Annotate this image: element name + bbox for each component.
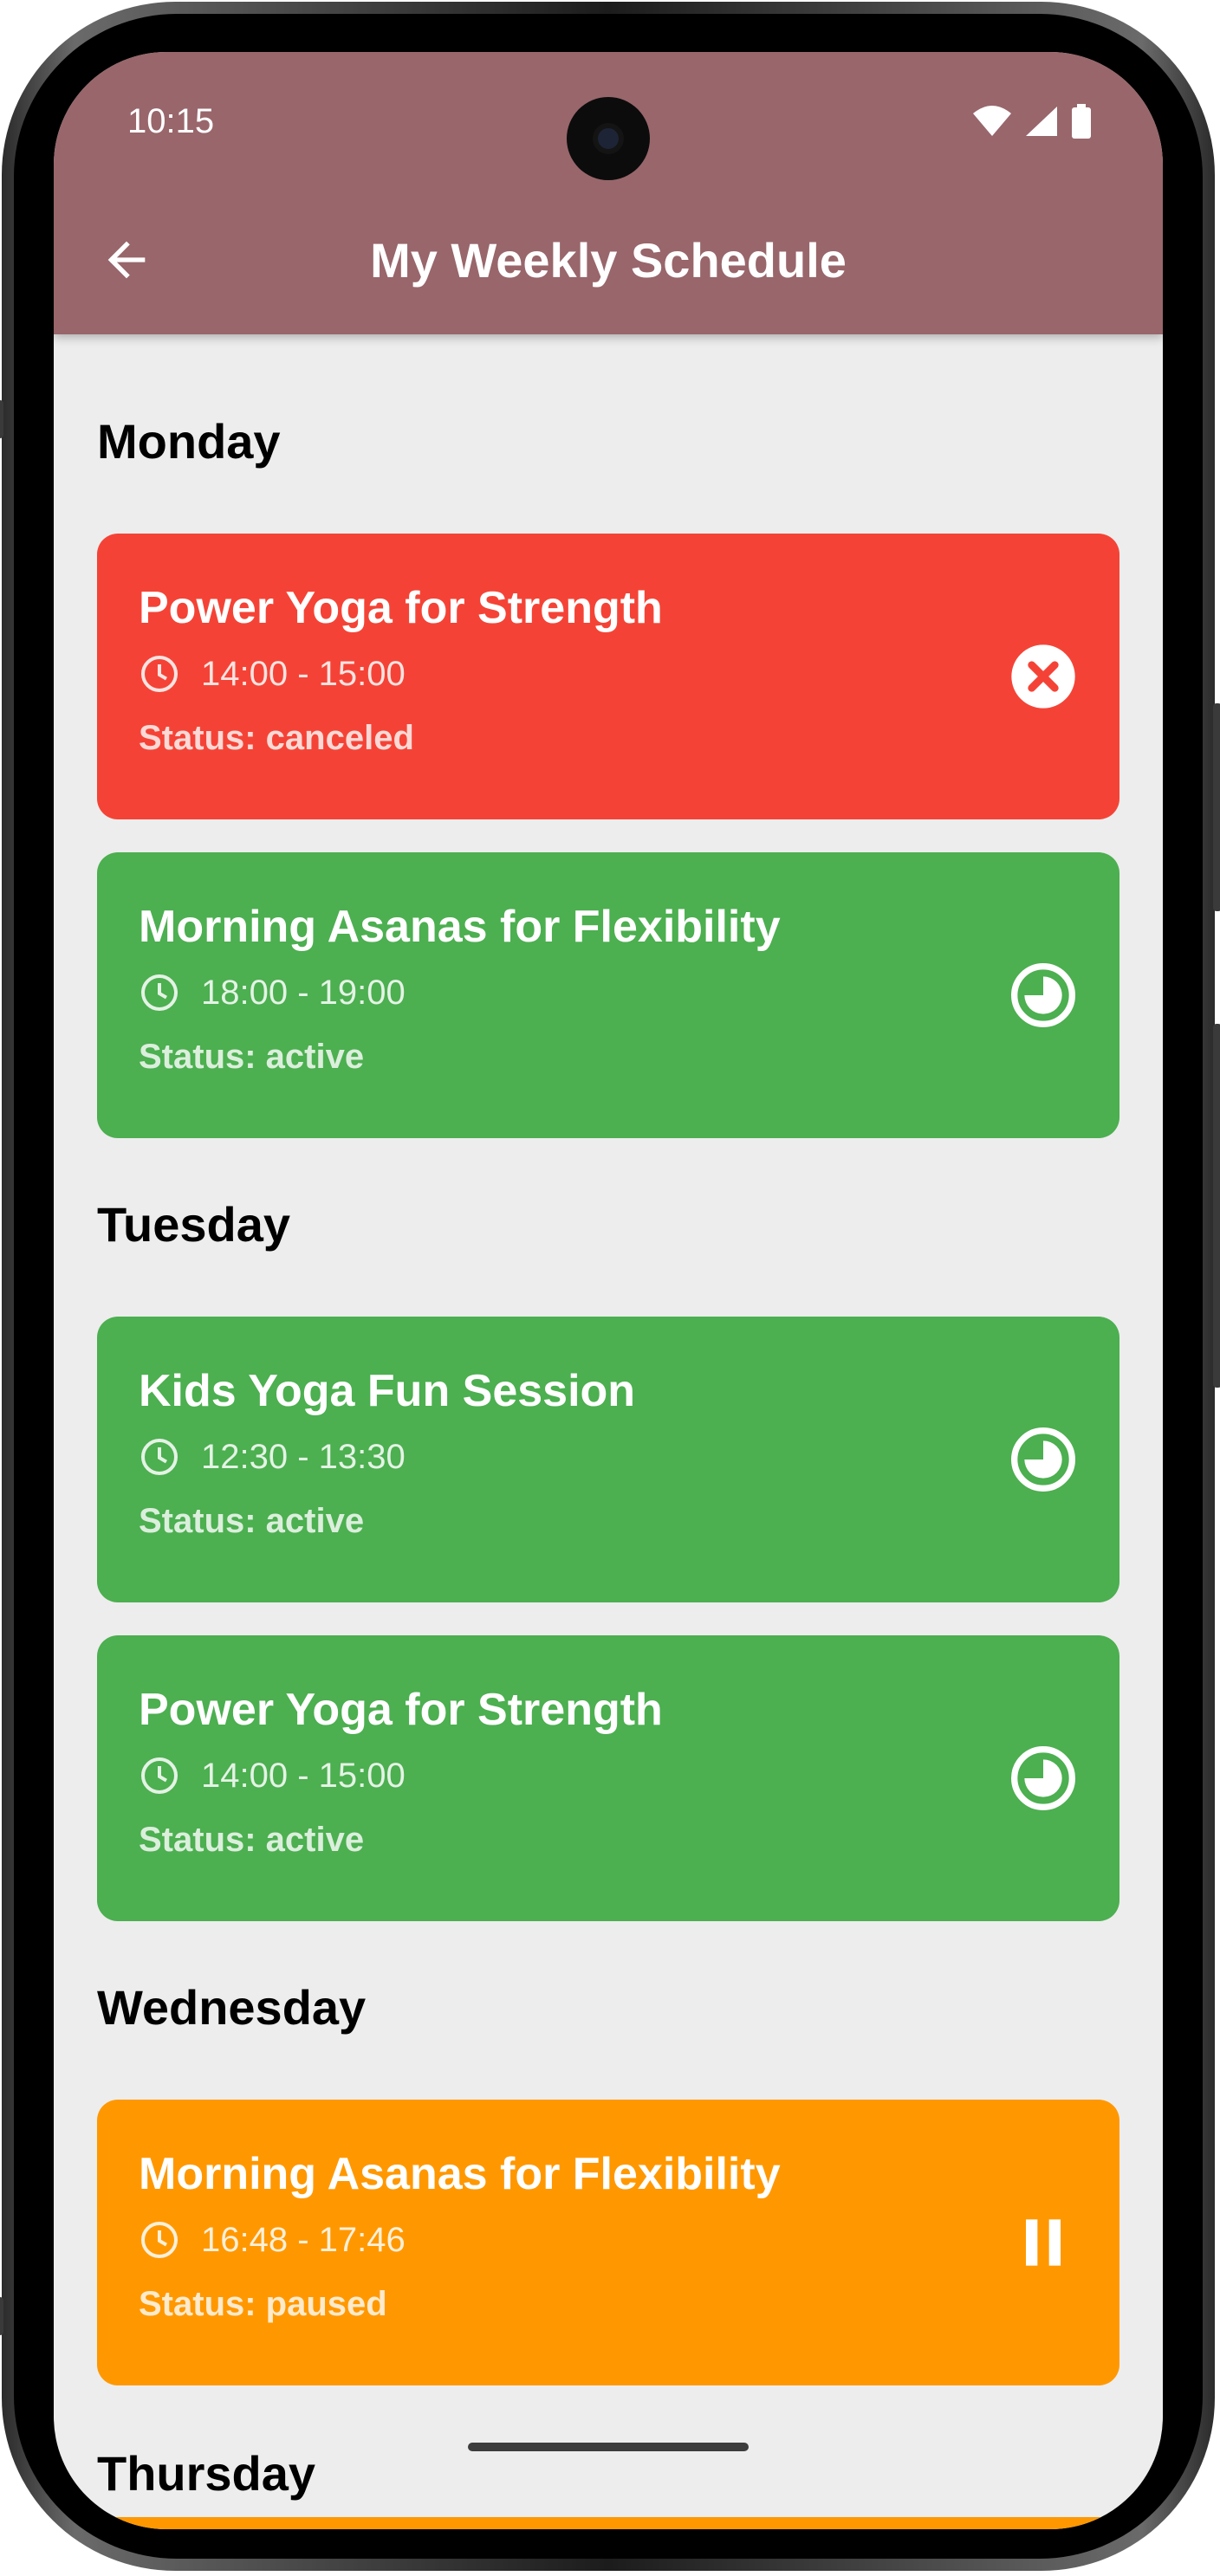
timelapse-icon [1011,963,1075,1027]
page-title: My Weekly Schedule [370,233,847,288]
signal-icon [1026,107,1057,136]
timelapse-icon [1011,1746,1075,1810]
day-title: Thursday [97,2446,316,2501]
home-indicator[interactable] [468,2443,749,2451]
volume-button-hardware [1213,1024,1220,1388]
next-card-peek [54,2517,1163,2529]
session-card[interactable]: Power Yoga for Strength 14:00 - 15:00 St… [97,534,1119,819]
time-row: 16:48 - 17:46 [139,2217,1119,2262]
session-card[interactable]: Morning Asanas for Flexibility 16:48 - 1… [97,2100,1119,2385]
day-section-monday: Monday [97,416,281,468]
status-time: 10:15 [127,102,215,140]
session-title: Morning Asanas for Flexibility [139,902,781,952]
phone-frame: 10:15 My Weekly Schedule Monday Power Yo… [0,2,1220,2571]
session-card[interactable]: Kids Yoga Fun Session 12:30 - 13:30 Stat… [97,1317,1119,1602]
cancel-circle-icon [1011,644,1075,709]
time-row: 18:00 - 19:00 [139,970,1119,1015]
day-section-thursday: Thursday [97,2448,315,2500]
battery-icon [1072,104,1091,139]
day-section-wednesday: Wednesday [97,1982,366,2034]
time-row: 12:30 - 13:30 [139,1434,1119,1479]
session-time: 14:00 - 15:00 [201,654,406,693]
app-bar: 10:15 My Weekly Schedule [54,52,1163,334]
pause-icon [1026,2219,1061,2266]
day-title: Tuesday [97,1197,291,1252]
day-title: Wednesday [97,1980,367,2035]
session-card[interactable]: Morning Asanas for Flexibility 18:00 - 1… [97,852,1119,1138]
day-section-tuesday: Tuesday [97,1199,290,1251]
session-title: Power Yoga for Strength [139,1685,663,1735]
timelapse-icon [1011,1427,1075,1492]
clock-icon [141,1757,178,1794]
session-status: Status: canceled [139,719,414,757]
screen: 10:15 My Weekly Schedule Monday Power Yo… [54,52,1163,2529]
status-icons [972,104,1092,139]
clock-icon [141,1439,178,1475]
time-row: 14:00 - 15:00 [139,1753,1119,1798]
session-status: Status: paused [139,2285,387,2323]
session-time: 16:48 - 17:46 [201,2220,406,2259]
session-title: Power Yoga for Strength [139,583,663,633]
session-status: Status: active [139,1821,365,1859]
session-time: 18:00 - 19:00 [201,973,406,1012]
session-status: Status: active [139,1038,365,1076]
session-time: 12:30 - 13:30 [201,1437,406,1476]
session-card[interactable]: Power Yoga for Strength 14:00 - 15:00 St… [97,1635,1119,1921]
clock-icon [141,2222,178,2258]
clock-icon [141,656,178,692]
power-button-hardware [1213,703,1220,911]
session-title: Kids Yoga Fun Session [139,1366,636,1416]
session-time: 14:00 - 15:00 [201,1756,406,1795]
front-camera [567,97,650,180]
frame-notch-bottom [0,2297,3,2335]
session-title: Morning Asanas for Flexibility [139,2149,781,2199]
clock-icon [141,974,178,1011]
wifi-icon [973,106,1011,136]
time-row: 14:00 - 15:00 [139,651,1119,696]
session-status: Status: active [139,1502,365,1540]
frame-notch-top [0,400,3,438]
day-title: Monday [97,414,281,469]
